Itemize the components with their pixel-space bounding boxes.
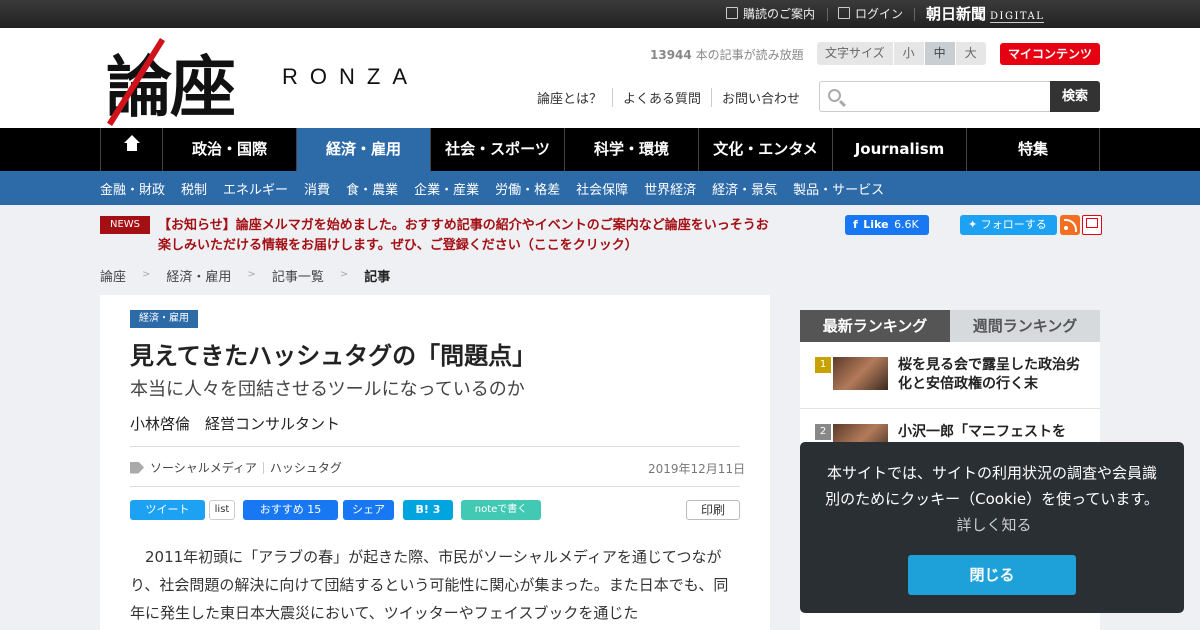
rank-number: 2 xyxy=(815,424,831,440)
nav-culture[interactable]: 文化・エンタメ xyxy=(698,128,832,171)
contact-link[interactable]: お問い合わせ xyxy=(711,88,810,107)
search-box: 検索 xyxy=(819,81,1100,112)
divider xyxy=(914,8,915,21)
ronza-logo[interactable]: 論座 xyxy=(106,34,236,130)
subnav-item[interactable]: 社会保障 xyxy=(576,179,628,198)
article-title: 見えてきたハッシュタグの「問題点」 xyxy=(130,342,537,370)
chevron-right-icon: > xyxy=(339,269,349,280)
font-size-switcher: 文字サイズ 小 中 大 xyxy=(817,42,986,65)
facebook-like-button[interactable]: f Like 6.6K xyxy=(845,215,929,235)
news-badge: NEWS xyxy=(100,216,150,234)
facebook-share-button[interactable]: シェア xyxy=(343,500,394,520)
subnav-item[interactable]: 世界経済 xyxy=(644,179,696,198)
tag-link[interactable]: ソーシャルメディア xyxy=(150,459,257,476)
cookie-close-button[interactable]: 閉じる xyxy=(908,555,1076,595)
login-link[interactable]: ログイン xyxy=(838,0,903,28)
font-size-large[interactable]: 大 xyxy=(954,42,986,65)
cookie-more-link[interactable]: 詳しく知る xyxy=(956,516,1031,534)
breadcrumb-home[interactable]: 論座 xyxy=(100,266,126,285)
article-subtitle: 本当に人々を団結させるツールになっているのか xyxy=(130,379,525,400)
subnav-item[interactable]: 経済・景気 xyxy=(712,179,777,198)
article-count: 13944 本の記事が読み放題 xyxy=(650,48,804,62)
asahi-digital-logo[interactable]: 朝日新聞 DIGITAL xyxy=(926,0,1045,28)
breadcrumb-category[interactable]: 経済・雇用 xyxy=(166,266,231,285)
subnav-item[interactable]: 食・農業 xyxy=(346,179,398,198)
article-card: 経済・雇用 見えてきたハッシュタグの「問題点」 本当に人々を団結させるツールにな… xyxy=(100,295,770,630)
subnav-item[interactable]: 労働・格差 xyxy=(495,179,560,198)
home-icon xyxy=(123,135,140,155)
my-content-button[interactable]: マイコンテンツ xyxy=(1000,43,1100,65)
subscribe-link[interactable]: 購読のご案内 xyxy=(726,0,815,28)
search-button[interactable]: 検索 xyxy=(1050,81,1100,112)
cookie-banner: 本サイトでは、サイトの利用状況の調査や会員識別のためにクッキー（Cookie）を… xyxy=(800,442,1184,613)
ronza-logo-roman[interactable]: RONZA xyxy=(282,64,419,90)
nav-politics[interactable]: 政治・国際 xyxy=(162,128,296,171)
divider xyxy=(262,461,264,474)
hatena-bookmark-button[interactable]: B! 3 xyxy=(403,500,453,520)
tweet-button[interactable]: ツイート xyxy=(130,500,205,520)
subnav-item[interactable]: 消費 xyxy=(304,179,330,198)
tab-latest-ranking[interactable]: 最新ランキング xyxy=(800,310,950,342)
facebook-recommend-button[interactable]: おすすめ 15 xyxy=(243,500,338,520)
nav-science[interactable]: 科学・環境 xyxy=(564,128,698,171)
search-icon xyxy=(828,89,841,102)
faq-link[interactable]: よくある質問 xyxy=(612,88,711,107)
note-write-button[interactable]: noteで書く xyxy=(461,500,541,520)
news-announcement-link[interactable]: 【お知らせ】論座メルマガを始めました。おすすめ記事の紹介やイベントのご案内など論… xyxy=(158,216,778,256)
top-bar: 購読のご案内 ログイン 朝日新聞 DIGITAL xyxy=(0,0,1200,28)
ranking-title: 桜を見る会で露呈した政治劣化と安倍政権の行く末 xyxy=(898,357,1080,392)
subnav-item[interactable]: 製品・サービス xyxy=(793,179,884,198)
nav-journalism[interactable]: Journalism xyxy=(832,128,966,171)
breadcrumb: 論座 > 経済・雇用 > 記事一覧 > 記事 xyxy=(100,266,390,285)
nav-home[interactable] xyxy=(100,128,162,171)
chevron-right-icon: > xyxy=(247,269,256,280)
ranking-thumbnail xyxy=(833,357,888,390)
ranking-item[interactable]: 1 桜を見る会で露呈した政治劣化と安倍政権の行く末 xyxy=(800,342,1100,409)
article-author[interactable]: 小林啓倫 経営コンサルタント xyxy=(130,413,340,434)
font-size-label: 文字サイズ xyxy=(817,42,893,65)
rss-icon[interactable] xyxy=(1060,215,1080,235)
nav-economy[interactable]: 経済・雇用 xyxy=(296,128,430,171)
tag-list: ソーシャルメディア ハッシュタグ xyxy=(130,459,342,476)
lock-icon xyxy=(838,7,850,19)
about-link[interactable]: 論座とは？ xyxy=(537,88,612,107)
nav-society[interactable]: 社会・スポーツ xyxy=(430,128,564,171)
chevron-right-icon: > xyxy=(142,269,151,280)
subnav-item[interactable]: 税制 xyxy=(181,179,207,198)
tag-icon xyxy=(130,461,144,474)
cookie-message: 本サイトでは、サイトの利用状況の調査や会員識別のためにクッキー（Cookie）を… xyxy=(825,464,1159,534)
mail-icon[interactable] xyxy=(1082,215,1102,235)
divider xyxy=(827,8,828,21)
rank-number: 1 xyxy=(815,357,831,373)
sub-nav: 金融・財政 税制 エネルギー 消費 食・農業 企業・産業 労働・格差 社会保障 … xyxy=(0,171,1200,205)
twitter-follow-button[interactable]: ✦ フォローする xyxy=(960,215,1057,235)
tab-weekly-ranking[interactable]: 週間ランキング xyxy=(950,310,1100,342)
subnav-item[interactable]: エネルギー xyxy=(223,179,288,198)
divider xyxy=(130,486,740,487)
edit-icon xyxy=(726,7,738,19)
ranking-tabs: 最新ランキング 週間ランキング xyxy=(800,310,1100,342)
twitter-icon: ✦ xyxy=(968,218,978,231)
breadcrumb-current: 記事 xyxy=(364,270,391,285)
ranking-title: 小沢一郎「マニフェストを xyxy=(898,424,1066,440)
divider xyxy=(130,446,740,447)
breadcrumb-list[interactable]: 記事一覧 xyxy=(272,266,324,285)
article-body: 2011年初頭に「アラブの春」が起きた際、市民がソーシャルメディアを通じてつなが… xyxy=(130,548,729,622)
print-button[interactable]: 印刷 xyxy=(686,500,740,520)
subnav-item[interactable]: 金融・財政 xyxy=(100,179,165,198)
twitter-list-button[interactable]: list xyxy=(209,500,235,520)
subnav-item[interactable]: 企業・産業 xyxy=(414,179,479,198)
nav-features[interactable]: 特集 xyxy=(966,128,1100,171)
header-links: 論座とは？ よくある質問 お問い合わせ xyxy=(537,88,810,107)
category-badge[interactable]: 経済・雇用 xyxy=(130,310,198,328)
font-size-small[interactable]: 小 xyxy=(892,42,924,65)
tag-link[interactable]: ハッシュタグ xyxy=(270,459,342,476)
search-input[interactable] xyxy=(850,86,1045,107)
site-header: 論座 RONZA 13944 本の記事が読み放題 文字サイズ 小 中 大 マイコ… xyxy=(0,28,1200,128)
publish-date: 2019年12月11日 xyxy=(648,462,746,476)
font-size-medium[interactable]: 中 xyxy=(923,42,955,65)
facebook-icon: f xyxy=(853,218,858,231)
main-nav: 政治・国際 経済・雇用 社会・スポーツ 科学・環境 文化・エンタメ Journa… xyxy=(0,128,1200,171)
